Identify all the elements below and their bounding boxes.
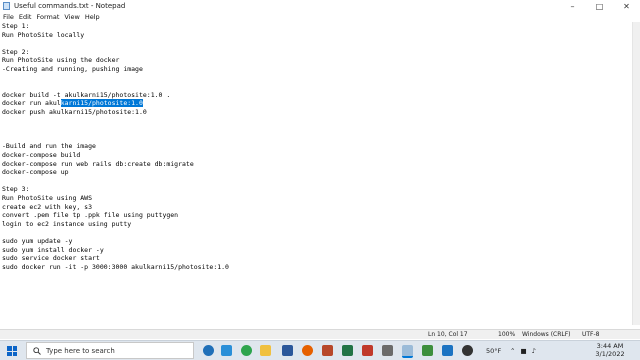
search-placeholder: Type here to search (46, 346, 115, 355)
window-title: Useful commands.txt - Notepad (14, 2, 126, 10)
edge-icon[interactable] (221, 345, 232, 356)
minimize-icon: – (570, 1, 575, 11)
menu-format[interactable]: Format (36, 13, 59, 21)
notepad-icon (3, 2, 10, 10)
text-line: login to ec2 instance using putty (2, 219, 132, 228)
weather-temp: 50°F (486, 346, 502, 355)
maximize-icon: □ (595, 1, 604, 11)
taskbar-search[interactable]: Type here to search (26, 342, 194, 359)
firefox-icon[interactable] (302, 345, 313, 356)
menu-edit[interactable]: Edit (19, 13, 32, 21)
chrome-icon[interactable] (241, 345, 252, 356)
weather-widget[interactable]: 50°F (486, 341, 501, 360)
network-icon[interactable]: ■ (520, 347, 526, 355)
text-line: docker push akulkarni15/photosite:1.0 (2, 108, 147, 116)
excel-icon[interactable] (342, 345, 353, 356)
notepad-taskbar-icon[interactable] (402, 345, 413, 358)
title-bar: Useful commands.txt - Notepad – □ ✕ (0, 0, 640, 12)
text-line: Run PhotoSite locally (2, 30, 85, 39)
app-icon[interactable] (382, 345, 393, 356)
search-icon (33, 346, 41, 355)
cursor-position: Ln 10, Col 17 (428, 331, 468, 338)
taskbar: Type here to search 50°F ⌃ ■ ♪ 3:44 AM 3… (0, 340, 640, 360)
menu-view[interactable]: View (64, 13, 79, 21)
start-button[interactable] (7, 346, 17, 356)
powerpoint-icon[interactable] (322, 345, 333, 356)
window-controls: – □ ✕ (559, 0, 640, 12)
clock[interactable]: 3:44 AM 3/1/2022 (590, 342, 630, 358)
vertical-scrollbar[interactable] (632, 22, 640, 325)
cortana-icon[interactable] (203, 345, 214, 356)
app-icon[interactable] (422, 345, 433, 356)
text-before-selection: docker run akul (2, 99, 61, 108)
maximize-button[interactable]: □ (586, 0, 613, 12)
windows-logo-icon (7, 346, 12, 351)
zoom-level: 100% (498, 331, 516, 338)
menu-help[interactable]: Help (85, 13, 100, 21)
text-selection: karni15/photosite:1.0 (60, 99, 143, 108)
text-editor[interactable]: Step 1: Run PhotoSite locally Step 2: Ru… (0, 22, 632, 325)
menu-bar: File Edit Format View Help (0, 12, 640, 22)
clock-date: 3/1/2022 (595, 350, 625, 358)
app-icon[interactable] (462, 345, 473, 356)
app-icon[interactable] (442, 345, 453, 356)
menu-file[interactable]: File (3, 13, 14, 21)
status-bar: Ln 10, Col 17 100% Windows (CRLF) UTF-8 (0, 329, 640, 339)
text-line: -Creating and running, pushing image (2, 65, 143, 73)
word-icon[interactable] (282, 345, 293, 356)
text-line: docker-compose up (2, 168, 69, 177)
app-icon[interactable] (362, 345, 373, 356)
line-ending: Windows (CRLF) (522, 331, 571, 338)
minimize-button[interactable]: – (559, 0, 586, 12)
chevron-up-icon[interactable]: ⌃ (510, 347, 515, 355)
file-explorer-icon[interactable] (260, 345, 271, 356)
system-tray: ⌃ ■ ♪ (510, 341, 536, 360)
close-button[interactable]: ✕ (613, 0, 640, 12)
text-line: sudo docker run -it -p 3000:3000 akulkar… (2, 262, 229, 271)
close-icon: ✕ (623, 1, 630, 11)
volume-icon[interactable]: ♪ (532, 347, 536, 355)
clock-time: 3:44 AM (596, 342, 624, 350)
encoding: UTF-8 (582, 331, 600, 338)
